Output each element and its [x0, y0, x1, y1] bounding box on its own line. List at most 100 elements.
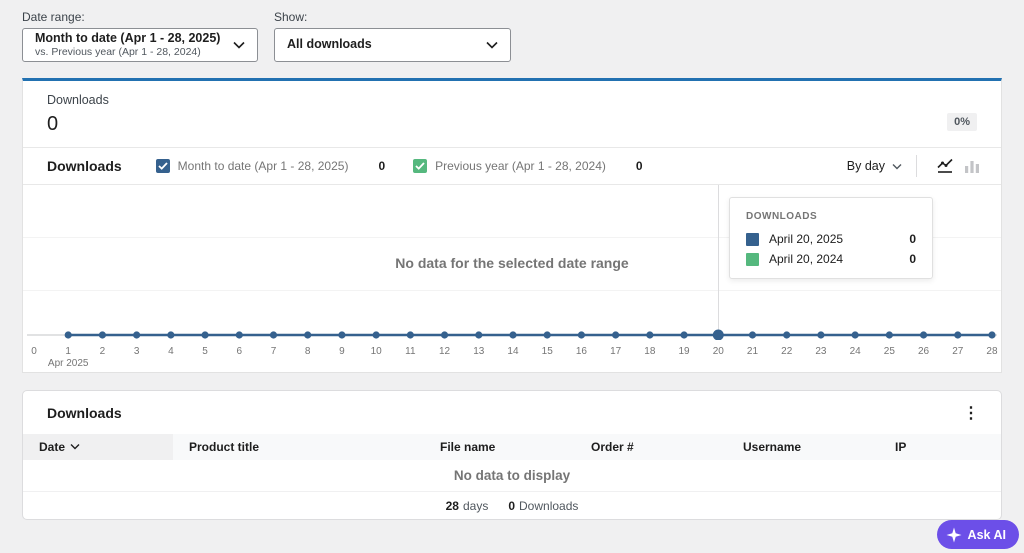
footer-downloads-value: 0	[508, 499, 516, 513]
line-chart-icon	[937, 158, 953, 173]
x-axis-tick: 5	[202, 346, 208, 357]
table-empty-message: No data to display	[453, 468, 571, 483]
x-axis-tick: 22	[781, 346, 793, 357]
show-filter-group: Show: All downloads	[274, 10, 511, 62]
series-swatch	[746, 252, 759, 266]
x-axis-tick: 2	[99, 346, 106, 357]
x-axis-tick: 23	[815, 346, 827, 357]
column-header-ip[interactable]: IP	[879, 434, 1001, 460]
x-axis-tick: 19	[678, 346, 690, 357]
tooltip-header: DOWNLOADS	[746, 211, 818, 222]
checkbox-checked-icon[interactable]	[155, 159, 170, 173]
sparkle-icon	[946, 527, 962, 542]
chart-controls: By day	[847, 155, 985, 177]
tooltip-value: 0	[909, 232, 916, 246]
x-axis-tick: 11	[405, 346, 416, 357]
downloads-table: Date Product title File name Order # Usernam…	[23, 434, 1001, 491]
show-value: All downloads	[287, 37, 372, 52]
tooltip-label: April 20, 2025	[769, 232, 844, 246]
legend-value: 0	[378, 159, 386, 173]
legend-label: Previous year (Apr 1 - 28, 2024)	[435, 159, 606, 173]
summary-delta-badge: 0%	[947, 113, 977, 131]
table-title-row: Downloads ⋮	[23, 391, 1001, 434]
summary-row: Downloads 0 0%	[23, 81, 1001, 148]
controls-divider	[916, 155, 917, 177]
tooltip-label: April 20, 2024	[769, 252, 844, 266]
date-range-dropdown[interactable]: Month to date (Apr 1 - 28, 2025) vs. Pre…	[22, 28, 258, 62]
column-header-product-title[interactable]: Product title	[173, 434, 424, 460]
column-header-username[interactable]: Username	[727, 434, 879, 460]
show-label: Show:	[274, 10, 308, 24]
ask-ai-button[interactable]: Ask AI	[936, 520, 1019, 549]
bar-chart-toggle-button[interactable]	[959, 155, 985, 177]
chevron-down-icon	[233, 41, 245, 49]
table-row: No data to display	[23, 460, 1001, 491]
date-range-comparison: vs. Previous year (Apr 1 - 28, 2024)	[35, 46, 201, 59]
table-footer: 28 days 0 Downloads	[23, 491, 1001, 519]
date-range-value: Month to date (Apr 1 - 28, 2025)	[35, 30, 221, 45]
tooltip-value: 0	[909, 252, 916, 266]
x-axis-tick: 24	[849, 346, 861, 357]
table-title: Downloads	[47, 404, 122, 421]
x-axis-tick: 8	[304, 346, 311, 357]
chart-title: Downloads	[47, 158, 122, 174]
legend-item-previous-period[interactable]: Previous year (Apr 1 - 28, 2024) 0	[413, 159, 643, 173]
x-axis-tick: 4	[168, 346, 174, 357]
x-axis-tick: 26	[918, 346, 930, 357]
date-range-label: Date range:	[22, 10, 85, 24]
x-axis-tick: 6	[236, 346, 243, 357]
x-axis-tick: 1	[65, 346, 71, 357]
chart-plot-area[interactable]: No data for the selected date range DOWN…	[23, 185, 1001, 340]
check-icon	[158, 162, 168, 170]
legend-item-current-period[interactable]: Month to date (Apr 1 - 28, 2025) 0	[155, 159, 386, 173]
chart-legend: Month to date (Apr 1 - 28, 2025) 0 Previ…	[155, 159, 643, 173]
summary-label: Downloads	[47, 92, 109, 107]
series-swatch	[746, 232, 759, 246]
chart-header: Downloads Month to date (Apr 1 - 28, 202…	[23, 148, 1001, 185]
x-axis-tick: 20	[712, 346, 724, 357]
x-axis-tick: 28	[986, 346, 998, 357]
column-header-file-name[interactable]: File name	[424, 434, 575, 460]
x-axis-tick: 21	[746, 346, 759, 357]
table-menu-button[interactable]: ⋮	[955, 399, 987, 427]
legend-value: 0	[635, 159, 643, 173]
summary-value: 0	[47, 112, 59, 135]
x-axis-tick: 25	[883, 346, 895, 357]
x-axis-tick: 14	[507, 346, 519, 357]
x-axis-month-label: Apr 2025	[47, 358, 89, 369]
column-header-date[interactable]: Date	[23, 434, 173, 460]
report-filters: Date range: Month to date (Apr 1 - 28, 2…	[0, 0, 1024, 62]
tooltip-row: April 20, 2025 0	[746, 232, 916, 246]
x-axis-tick: 9	[339, 346, 345, 357]
line-chart-toggle-button[interactable]	[931, 155, 959, 177]
checkbox-checked-icon[interactable]	[413, 159, 428, 173]
x-axis-tick: 7	[270, 346, 277, 357]
column-header-order[interactable]: Order #	[575, 434, 727, 460]
tooltip-row: April 20, 2024 0	[746, 252, 916, 266]
x-axis-tick: 17	[610, 346, 622, 357]
footer-downloads-label: Downloads	[519, 499, 579, 513]
footer-days-value: 28	[445, 499, 459, 513]
x-axis-tick: 15	[541, 346, 553, 357]
ask-ai-label: Ask AI	[967, 527, 1006, 542]
x-axis: 0 1 2 3 4 5 6 7 8 9 10 11 12 13 14 15 16 17 18 19 20 21 22 23 24…	[23, 340, 1001, 373]
legend-label: Month to date (Apr 1 - 28, 2025)	[177, 159, 349, 173]
interval-dropdown[interactable]: By day	[847, 159, 902, 173]
x-axis-tick: 12	[439, 346, 451, 357]
x-axis-tick: 27	[952, 346, 964, 357]
x-axis-tick: 0	[31, 346, 37, 357]
downloads-chart-panel: Downloads 0 0% Downloads Month to date (…	[22, 78, 1002, 373]
sort-chevron-down-icon	[70, 444, 80, 450]
table-header-row: Date Product title File name Order # Usernam…	[23, 434, 1001, 460]
x-axis-tick: 13	[473, 346, 485, 357]
interval-value: By day	[846, 159, 885, 173]
downloads-table-panel: Downloads ⋮ Date Product title File name Or…	[22, 390, 1002, 520]
check-icon	[415, 162, 425, 170]
show-dropdown[interactable]: All downloads	[274, 28, 511, 62]
x-axis-tick: 3	[133, 346, 140, 357]
summary-tile-downloads[interactable]: Downloads 0	[47, 93, 109, 136]
x-axis-tick: 10	[370, 346, 382, 357]
chart-tooltip: DOWNLOADS April 20, 2025 0 April 20, 202…	[729, 197, 933, 279]
footer-days-label: days	[462, 499, 489, 513]
x-axis-tick: 18	[644, 346, 656, 357]
